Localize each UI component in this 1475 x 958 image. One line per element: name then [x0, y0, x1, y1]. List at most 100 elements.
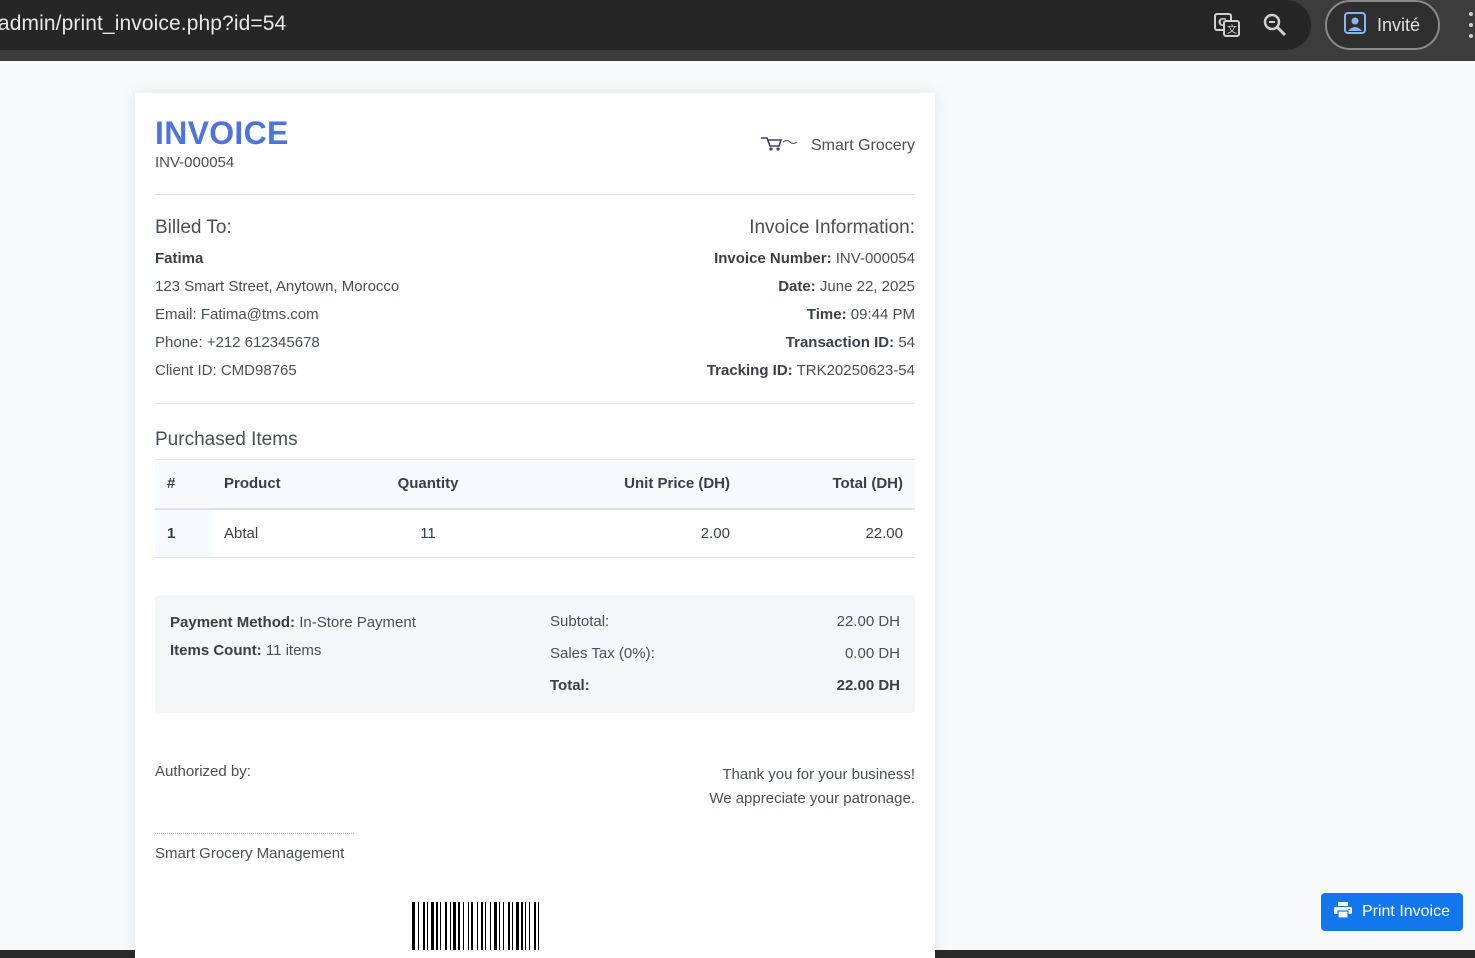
thanks-line-2: We appreciate your patronage. [709, 790, 915, 807]
tracking-value: TRK20250623-54 [796, 362, 915, 379]
row-unit-price: 2.00 [504, 508, 742, 558]
authorized-by-label: Authorized by: [155, 763, 251, 780]
translate-icon[interactable]: G 文 [1212, 10, 1242, 40]
svg-text:文: 文 [1227, 23, 1237, 36]
signer-name: Smart Grocery Management [155, 845, 345, 862]
column-header: # [155, 459, 212, 510]
time-label: Time: [806, 306, 847, 323]
url-text[interactable]: /admin/print_invoice.php?id=54 [0, 12, 286, 36]
client-address: 123 Smart Street, Anytown, Morocco [155, 278, 400, 295]
subtotal-value: 22.00 DH [836, 613, 900, 630]
row-number: 1 [155, 508, 212, 558]
barcode-bar [463, 902, 464, 950]
barcode-bar [529, 902, 530, 950]
more-menu-icon[interactable] [1466, 12, 1475, 38]
barcode-bar [521, 902, 523, 950]
guest-profile-button[interactable]: Invité [1325, 0, 1440, 50]
barcode-bar [477, 902, 478, 950]
client-name: Fatima [155, 250, 204, 267]
barcode [412, 902, 539, 950]
browser-toolbar: /admin/print_invoice.php?id=54 G 文 Invit… [0, 0, 1475, 61]
barcode-bar [494, 902, 497, 950]
payment-method-value: In-Store Payment [299, 614, 416, 631]
invoice-card: INVOICE INV-000054 Smart Grocery Billed … [135, 93, 935, 958]
transaction-label: Transaction ID: [785, 334, 895, 351]
date-label: Date: [778, 278, 816, 295]
barcode-bar [534, 902, 536, 950]
barcode-bar [525, 902, 526, 950]
column-header: Total (DH) [742, 459, 915, 510]
billed-to-details: Fatima 123 Smart Street, Anytown, Morocc… [155, 245, 399, 385]
row-quantity: 11 [352, 508, 504, 558]
barcode-bar [508, 902, 510, 950]
items-count-label: Items Count: [170, 642, 262, 659]
barcode-bar [453, 902, 456, 950]
invoice-info-details: Invoice Number: INV-000054 Date: June 22… [707, 245, 915, 385]
print-invoice-label: Print Invoice [1361, 903, 1451, 920]
items-table: # Product Quantity Unit Price (DH) Total… [155, 459, 915, 558]
payment-method-label: Payment Method: [170, 614, 296, 631]
barcode-bar [423, 902, 425, 950]
client-email: Email: Fatima@tms.com [155, 306, 319, 323]
invoice-number-value: INV-000054 [835, 250, 915, 267]
barcode-bar [481, 902, 483, 950]
profile-label: Invité [1377, 14, 1421, 35]
barcode-bar [512, 902, 513, 950]
thanks-line-1: Thank you for your business! [722, 766, 915, 783]
tracking-label: Tracking ID: [706, 362, 793, 379]
barcode-bar [450, 902, 451, 950]
invoice-info-heading: Invoice Information: [749, 217, 915, 238]
barcode-bar [516, 902, 519, 950]
purchased-items-heading: Purchased Items [155, 429, 298, 450]
barcode-bar [471, 902, 473, 950]
table-row: 1 Abtal 11 2.00 22.00 [155, 508, 915, 558]
divider [155, 194, 915, 195]
barcode-bar [503, 902, 504, 950]
subtotal-label: Subtotal: [550, 613, 610, 630]
date-value: June 22, 2025 [819, 278, 915, 295]
column-header: Product [212, 459, 352, 510]
brand-name: Smart Grocery [810, 136, 915, 154]
billed-to-heading: Billed To: [155, 217, 232, 238]
total-row: Total: 22.00 DH [550, 677, 900, 694]
total-value: 22.00 DH [836, 677, 900, 694]
barcode-bar [436, 902, 438, 950]
address-bar[interactable]: /admin/print_invoice.php?id=54 G 文 [0, 0, 1311, 50]
column-header: Unit Price (DH) [504, 459, 742, 510]
divider [155, 403, 915, 404]
brand-logo-icon [759, 133, 799, 158]
person-icon [1343, 11, 1367, 40]
subtotal-row: Subtotal: 22.00 DH [550, 613, 900, 630]
invoice-number: INV-000054 [155, 154, 235, 171]
column-header: Quantity [352, 459, 504, 510]
tax-label: Sales Tax (0%): [550, 645, 655, 662]
barcode-bar [458, 902, 460, 950]
client-phone: Phone: +212 612345678 [155, 334, 320, 351]
print-invoice-button[interactable]: Print Invoice [1321, 893, 1463, 931]
barcode-bar [499, 902, 500, 950]
barcode-bar [490, 902, 491, 950]
items-count-value: 11 items [265, 642, 322, 659]
invoice-number-label: Invoice Number: [714, 250, 832, 267]
barcode-bar [440, 902, 441, 950]
barcode-bar [538, 902, 539, 950]
barcode-bar [427, 902, 428, 950]
thank-you-message: Thank you for your business! We apprecia… [709, 763, 915, 811]
printer-icon [1333, 901, 1352, 923]
barcode-bar [485, 902, 486, 950]
barcode-bar [431, 902, 434, 950]
time-value: 09:44 PM [850, 306, 915, 323]
barcode-bar [445, 902, 447, 950]
tax-value: 0.00 DH [844, 645, 900, 662]
zoom-icon[interactable] [1260, 10, 1290, 40]
signature-line [155, 833, 354, 834]
payment-info: Payment Method: In-Store Payment Items C… [170, 609, 416, 665]
transaction-value: 54 [898, 334, 915, 351]
invoice-title: INVOICE [155, 115, 289, 151]
barcode-bar [418, 902, 419, 950]
total-label: Total: [550, 677, 590, 694]
summary-box: Payment Method: In-Store Payment Items C… [155, 595, 915, 713]
client-id: Client ID: CMD98765 [155, 362, 297, 379]
row-product: Abtal [212, 508, 352, 558]
tax-row: Sales Tax (0%): 0.00 DH [550, 645, 900, 662]
